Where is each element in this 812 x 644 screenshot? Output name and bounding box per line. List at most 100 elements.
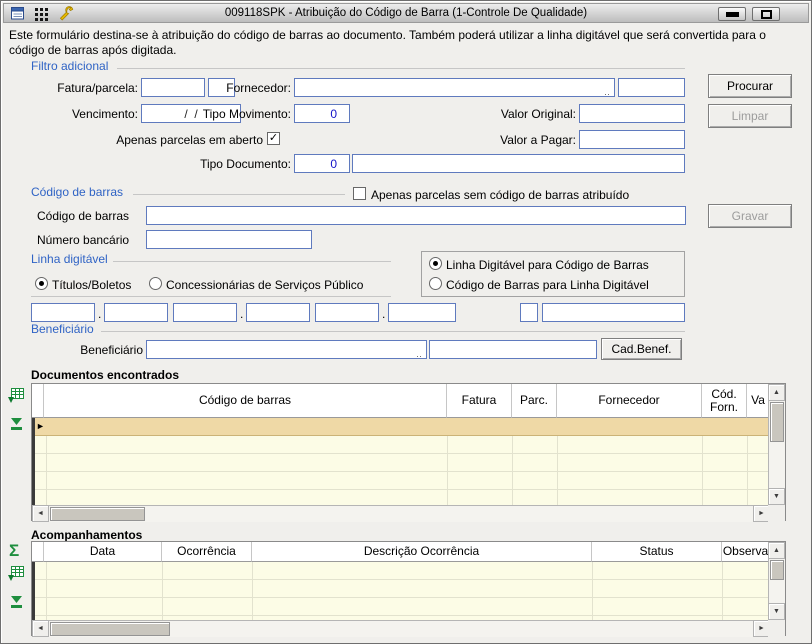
documentos-col-cod-forn[interactable]: Cód. Forn. [702,384,747,418]
section-beneficiario: Beneficiário [31,322,94,336]
scroll-up-button[interactable]: ▲ [768,542,785,559]
section-linha-digitavel: Linha digitável [31,252,108,266]
acomp-col-observacao[interactable]: Observa [722,542,770,562]
scroll-down-button[interactable]: ▼ [768,488,785,505]
valor-original-input[interactable] [579,104,685,123]
export-table-icon[interactable] [7,565,25,587]
scroll-left-button[interactable]: ◄ [32,620,49,637]
cb-para-ld-radio[interactable] [429,277,442,290]
documentos-grid-body: ► [32,418,770,505]
section-filtro-adicional: Filtro adicional [31,59,108,73]
scroll-corner [768,620,785,637]
acomp-col-descricao[interactable]: Descrição Ocorrência [252,542,592,562]
fornecedor-input[interactable] [294,78,615,97]
ld-para-cb-radio[interactable] [429,257,442,270]
titulos-boletos-radio[interactable] [35,277,48,290]
cad-benef-button[interactable]: Cad.Benef. [601,338,682,360]
fatura-input[interactable] [141,78,205,97]
section-codigo-de-barras: Código de barras [31,185,123,199]
documentos-row[interactable] [35,453,770,454]
separator-line [117,68,685,69]
documentos-hscroll[interactable]: ◄ ► [32,505,770,522]
tipo-movimento-input[interactable] [294,104,350,123]
linha-digitavel-field-6[interactable] [388,303,456,322]
documentos-col-fatura[interactable]: Fatura [447,384,512,418]
documentos-row[interactable] [35,489,770,490]
acomp-col-ocorrencia[interactable]: Ocorrência [162,542,252,562]
valor-original-label: Valor Original: [461,107,576,121]
ld-para-cb-label: Linha Digitável para Código de Barras [446,258,649,272]
vscroll-thumb[interactable] [770,560,784,580]
tipo-documento-input[interactable] [294,154,350,173]
titulos-boletos-label: Títulos/Boletos [52,278,131,292]
documentos-col-codigo-barras[interactable]: Código de barras [44,384,447,418]
documentos-col-parc[interactable]: Parc. [512,384,557,418]
linha-digitavel-dot-1: . [98,307,101,321]
maximize-icon [761,10,772,19]
separator-line [113,261,391,262]
concessionarias-radio[interactable] [149,277,162,290]
last-record-icon[interactable] [9,595,24,615]
acomp-marker-header [32,542,44,562]
numero-bancario-label: Número bancário [37,233,129,247]
documentos-col-fornecedor[interactable]: Fornecedor [557,384,702,418]
acomp-row[interactable] [35,615,770,616]
linha-digitavel-field-1[interactable] [31,303,95,322]
acomp-hscroll[interactable]: ◄ ► [32,620,770,637]
scroll-corner [768,505,785,522]
fatura-parcela-label: Fatura/parcela: [31,81,138,95]
hscroll-thumb[interactable] [50,622,170,636]
acompanhamentos-title: Acompanhamentos [31,528,142,542]
lookup-dots-icon[interactable]: ‥ [604,87,611,98]
linha-digitavel-field-3[interactable] [173,303,237,322]
lookup-dots-icon[interactable]: ‥ [416,349,423,360]
fornecedor-code-input[interactable] [618,78,685,97]
gravar-button[interactable]: Gravar [708,204,792,228]
acomp-col-status[interactable]: Status [592,542,722,562]
acompanhamentos-grid: Data Ocorrência Descrição Ocorrência Sta… [31,541,786,636]
scroll-down-button[interactable]: ▼ [768,603,785,620]
export-table-icon[interactable] [7,387,25,409]
cb-para-ld-label: Código de Barras para Linha Digitável [446,278,649,292]
acomp-row[interactable] [35,579,770,580]
scroll-up-button[interactable]: ▲ [768,384,785,401]
linha-digitavel-dv-field[interactable] [520,303,538,322]
linha-digitavel-field-7[interactable] [542,303,685,322]
valor-pagar-input[interactable] [579,130,685,149]
apenas-parcelas-aberto-checkbox[interactable]: ✓ [267,132,280,145]
sigma-icon[interactable]: Σ [9,542,19,559]
vscroll-thumb[interactable] [770,402,784,442]
last-record-icon[interactable] [9,417,24,437]
linha-digitavel-field-5[interactable] [315,303,379,322]
acomp-row[interactable] [35,597,770,598]
tipo-documento-desc-input[interactable] [352,154,685,173]
linha-digitavel-dot-2: . [240,307,243,321]
documentos-row[interactable] [35,471,770,472]
documentos-vscroll[interactable]: ▲ ▼ [768,384,785,505]
titlebar[interactable]: 009118SPK - Atribuição do Código de Barr… [3,3,809,23]
maximize-button[interactable] [752,7,780,21]
minimize-button[interactable] [718,7,746,21]
limpar-button[interactable]: Limpar [708,104,792,128]
procurar-button[interactable]: Procurar [708,74,792,98]
numero-bancario-input[interactable] [146,230,312,249]
application-window: 009118SPK - Atribuição do Código de Barr… [0,0,812,644]
hscroll-thumb[interactable] [50,507,145,521]
window-title: 009118SPK - Atribuição do Código de Barr… [4,7,808,19]
beneficiario-input[interactable] [146,340,427,359]
linha-digitavel-dot-3: . [382,307,385,321]
linha-digitavel-field-2[interactable] [104,303,168,322]
scroll-left-button[interactable]: ◄ [32,505,49,522]
codigo-barras-input[interactable] [146,206,686,225]
acomp-col-data[interactable]: Data [44,542,162,562]
documentos-marker-header [32,384,44,418]
acomp-grid-body [32,562,770,620]
documentos-col-valor[interactable]: Va [747,384,770,418]
form-description: Este formulário destina-se à atribuição … [9,28,801,58]
vencimento-label: Vencimento: [31,107,138,121]
acomp-vscroll[interactable]: ▲ ▼ [768,542,785,620]
beneficiario-desc-input[interactable] [429,340,597,359]
documentos-row-selected[interactable]: ► [35,418,770,436]
sem-codigo-checkbox[interactable] [353,187,366,200]
linha-digitavel-field-4[interactable] [246,303,310,322]
